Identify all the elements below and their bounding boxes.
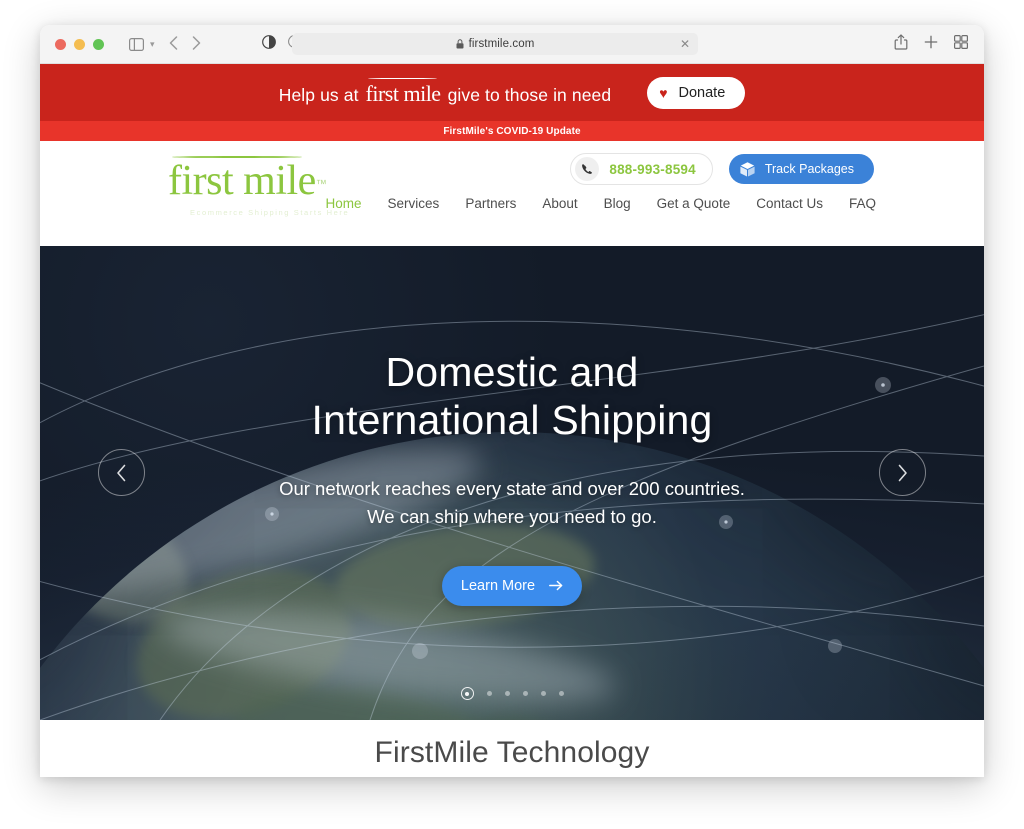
donate-text-after: give to those in need: [447, 84, 612, 105]
package-box-icon: [739, 161, 756, 178]
hero-title: Domestic and International Shipping: [40, 348, 984, 445]
learn-more-button[interactable]: Learn More: [442, 566, 582, 607]
hero-content: Domestic and International Shipping Our …: [40, 348, 984, 607]
logo-wordmark: first mile: [168, 155, 316, 202]
url-text: firstmile.com: [468, 38, 535, 50]
carousel-dot-4[interactable]: [522, 691, 528, 696]
site-header: first mile™ Ecommerce Shipping Starts He…: [40, 141, 984, 246]
carousel-dots: [40, 687, 984, 700]
header-actions: 888-993-8594 Track Packages: [570, 153, 874, 185]
technology-subtitle: Giving you a leg up in the global econom…: [40, 776, 984, 777]
hero-title-line1: Domestic and: [385, 349, 639, 395]
donate-text-before: Help us at: [278, 84, 359, 105]
nav-item-faq[interactable]: FAQ: [849, 196, 876, 211]
donate-banner-text: Help us at first mile give to those in n…: [278, 77, 612, 107]
phone-number: 888-993-8594: [609, 161, 696, 177]
address-area: firstmile.com ✕: [40, 25, 984, 63]
browser-toolbar-right: [894, 33, 969, 55]
donate-brand-mark: first mile: [365, 77, 441, 106]
heart-icon: ♥: [659, 84, 668, 101]
nav-item-contact-us[interactable]: Contact Us: [756, 196, 823, 211]
hero-subtitle-line2: We can ship where you need to go.: [367, 505, 657, 527]
plus-icon[interactable]: [924, 35, 938, 54]
arrow-right-icon: [549, 579, 563, 593]
carousel-dot-6[interactable]: [558, 691, 564, 696]
reader-contrast-icon[interactable]: [262, 34, 276, 54]
track-packages-button[interactable]: Track Packages: [728, 154, 874, 184]
tab-overview-icon[interactable]: [954, 34, 969, 54]
hero-title-line2: International Shipping: [311, 397, 713, 444]
covid-update-strip[interactable]: FirstMile's COVID-19 Update: [40, 121, 984, 141]
lock-icon: [456, 39, 464, 49]
learn-more-label: Learn More: [460, 578, 536, 595]
hero-subtitle: Our network reaches every state and over…: [40, 475, 984, 531]
phone-button[interactable]: 888-993-8594: [570, 153, 713, 185]
covid-update-label: FirstMile's COVID-19 Update: [443, 125, 581, 137]
nav-item-get-a-quote[interactable]: Get a Quote: [657, 196, 731, 211]
carousel-dot-1[interactable]: [460, 687, 474, 700]
donate-banner: Help us at first mile give to those in n…: [40, 64, 984, 121]
url-bar[interactable]: firstmile.com ✕: [292, 33, 698, 55]
phone-icon: [575, 157, 600, 181]
browser-titlebar: ▾ firstmile.com ✕: [40, 25, 984, 64]
technology-section: FirstMile Technology Giving you a leg up…: [40, 720, 984, 777]
carousel-dot-3[interactable]: [504, 691, 510, 696]
nav-item-blog[interactable]: Blog: [604, 196, 631, 211]
page-root: ▾ firstmile.com ✕ Help us at first mile …: [0, 0, 1024, 829]
nav-item-partners[interactable]: Partners: [465, 196, 516, 211]
carousel-dot-5[interactable]: [540, 691, 546, 696]
page-viewport: Help us at first mile give to those in n…: [40, 64, 984, 777]
nav-item-about[interactable]: About: [542, 196, 577, 211]
nav-item-services[interactable]: Services: [388, 196, 440, 211]
close-icon[interactable]: ✕: [680, 38, 690, 50]
browser-window: ▾ firstmile.com ✕ Help us at first mile …: [40, 25, 984, 777]
carousel-dot-2[interactable]: [486, 691, 492, 696]
logo-trademark: ™: [315, 178, 327, 191]
nav-item-home[interactable]: Home: [326, 196, 362, 211]
hero-subtitle-line1: Our network reaches every state and over…: [279, 477, 745, 499]
share-icon[interactable]: [894, 33, 908, 55]
donate-button[interactable]: ♥ Donate: [647, 76, 746, 109]
donate-button-label: Donate: [678, 84, 726, 101]
main-navigation: Home Services Partners About Blog Get a …: [326, 196, 876, 211]
technology-title: FirstMile Technology: [374, 736, 650, 769]
track-packages-label: Track Packages: [764, 162, 854, 176]
hero-carousel: Domestic and International Shipping Our …: [40, 246, 984, 720]
